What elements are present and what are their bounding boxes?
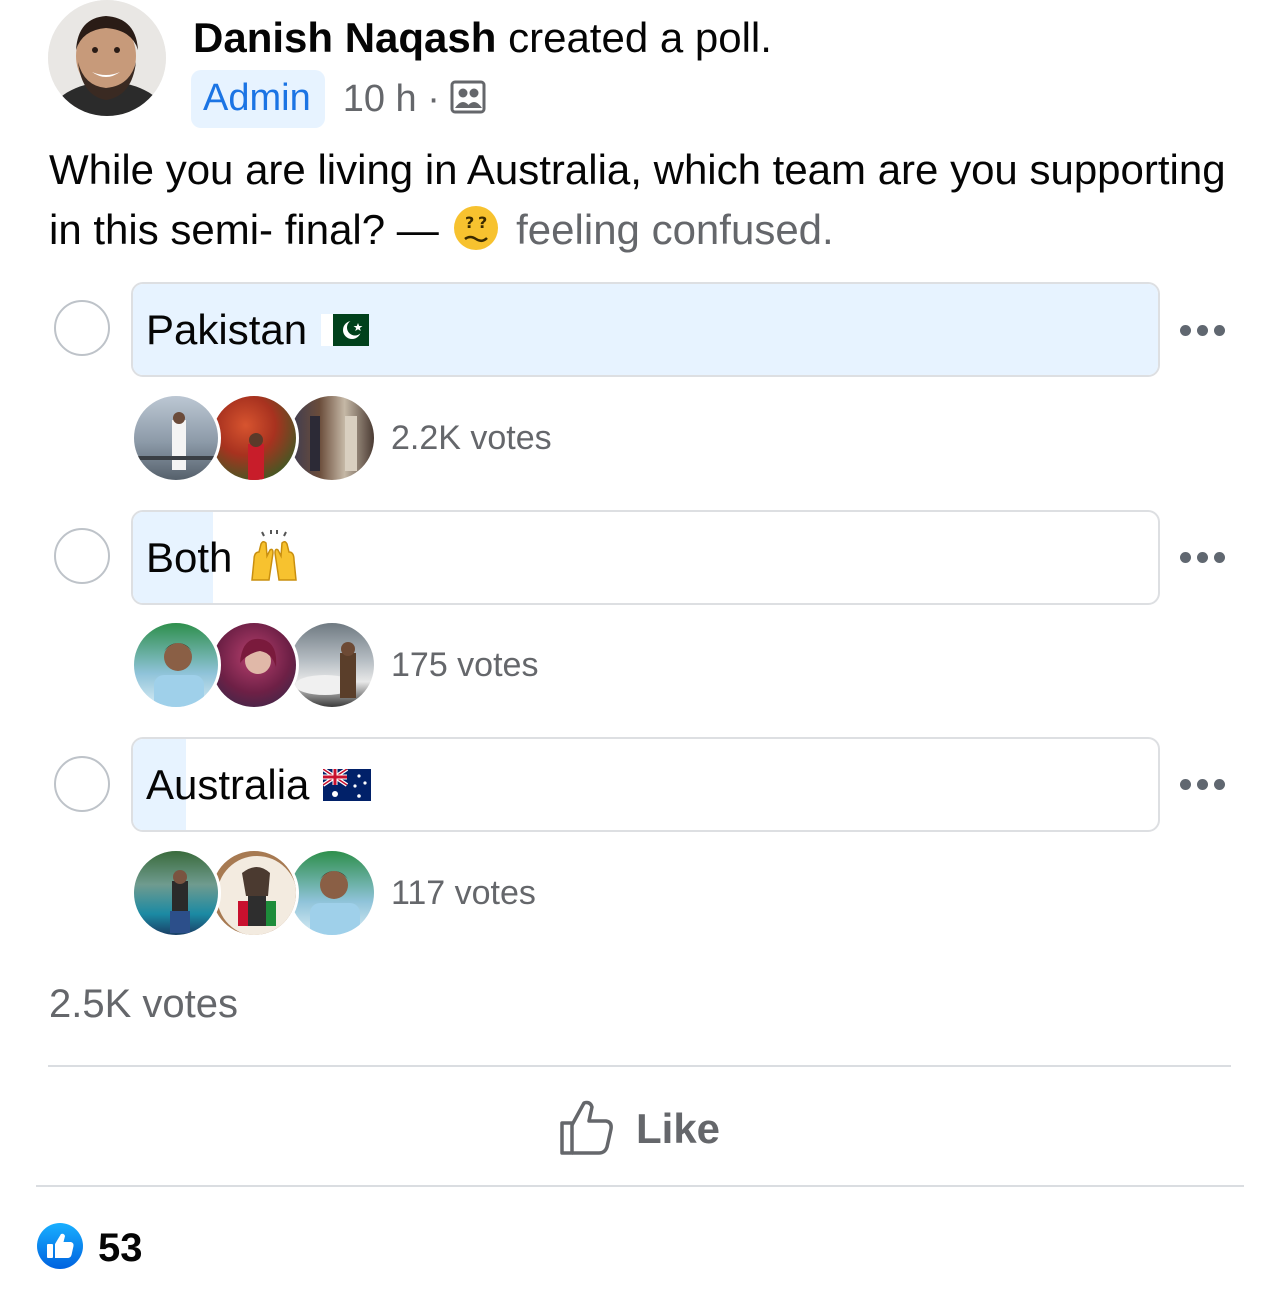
poll-option-more-button[interactable] (1172, 764, 1232, 804)
voter-avatar[interactable] (287, 393, 377, 483)
svg-text:?: ? (465, 213, 474, 232)
more-dot (1213, 778, 1225, 790)
option-vote-count[interactable]: 2.2K votes (391, 419, 552, 458)
divider (48, 1065, 1231, 1067)
option-vote-count[interactable]: 117 votes (391, 874, 536, 913)
poll-option-radio-pakistan[interactable] (54, 300, 110, 356)
post-timestamp[interactable]: 10 h · (343, 78, 440, 121)
total-votes[interactable]: 2.5K votes (49, 982, 238, 1027)
poll-option-radio-australia[interactable] (54, 756, 110, 812)
like-label: Like (636, 1105, 721, 1152)
like-button[interactable]: Like (556, 1094, 720, 1164)
more-dot (1196, 778, 1208, 790)
poll-option-label-row: Both (146, 512, 302, 603)
divider (36, 1185, 1244, 1187)
australia-flag-icon (323, 768, 372, 801)
poll-post: Danish Naqash created a poll. Admin 10 h… (0, 0, 1280, 1299)
more-dot (1179, 324, 1191, 336)
voter-avatar[interactable] (131, 848, 221, 938)
voter-avatar[interactable] (131, 393, 221, 483)
author-name[interactable]: Danish Naqash (193, 14, 496, 61)
voter-avatar[interactable] (287, 848, 377, 938)
reaction-count: 53 (98, 1225, 143, 1270)
svg-text:?: ? (478, 213, 487, 232)
poll-option-label: Both (146, 533, 233, 581)
poll-option-more-button[interactable] (1172, 537, 1232, 577)
poll-option-label: Pakistan (146, 305, 308, 353)
thumbs-up-icon (556, 1097, 616, 1162)
poll-option-label: Australia (146, 760, 310, 808)
voter-avatar[interactable] (209, 620, 299, 710)
post-header: Danish Naqash created a poll. (193, 12, 772, 64)
voter-avatars[interactable]: 2.2K votes (131, 390, 552, 486)
group-icon (450, 80, 486, 119)
author-avatar[interactable] (48, 0, 166, 116)
more-dot (1179, 778, 1191, 790)
voter-avatar[interactable] (209, 393, 299, 483)
like-reaction-icon (36, 1222, 84, 1275)
admin-badge[interactable]: Admin (191, 70, 325, 128)
confused-face-emoji: ? ? (452, 204, 500, 268)
option-vote-count[interactable]: 175 votes (391, 646, 538, 685)
more-dot (1213, 551, 1225, 563)
voter-avatars[interactable]: 117 votes (131, 845, 536, 941)
more-dot (1196, 324, 1208, 336)
poll-question: While you are living in Australia, which… (49, 140, 1249, 268)
post-meta: Admin 10 h · (191, 70, 486, 128)
poll-option-more-button[interactable] (1172, 310, 1232, 350)
more-dot (1213, 324, 1225, 336)
voter-avatar[interactable] (287, 620, 377, 710)
reaction-summary[interactable]: 53 (36, 1222, 143, 1274)
poll-option-label-row: Australia (146, 739, 372, 830)
more-dot (1196, 551, 1208, 563)
feeling-text: feeling confused. (516, 206, 834, 253)
poll-option-pakistan[interactable]: Pakistan (131, 282, 1160, 377)
voter-avatar[interactable] (209, 848, 299, 938)
poll-option-radio-both[interactable] (54, 528, 110, 584)
pakistan-flag-icon (321, 313, 370, 346)
voter-avatar[interactable] (131, 620, 221, 710)
more-dot (1179, 551, 1191, 563)
raising-hands-icon (246, 529, 302, 586)
voter-avatars[interactable]: 175 votes (131, 617, 538, 713)
poll-option-australia[interactable]: Australia (131, 737, 1160, 832)
post-action-text: created a poll. (508, 14, 772, 61)
poll-option-label-row: Pakistan (146, 284, 370, 375)
poll-option-both[interactable]: Both (131, 510, 1160, 605)
